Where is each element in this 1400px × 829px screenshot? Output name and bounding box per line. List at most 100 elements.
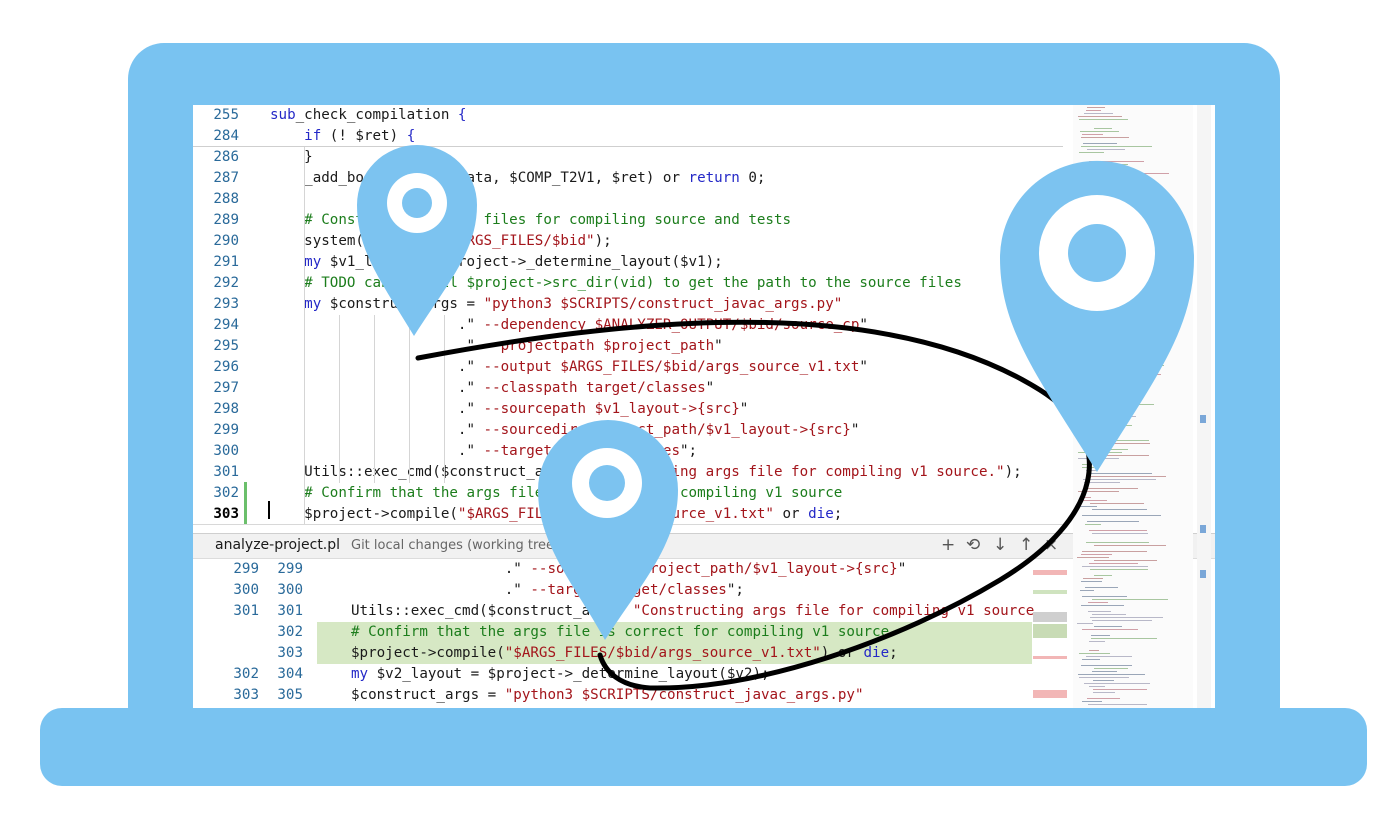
- code-token: my: [304, 254, 322, 270]
- minimap-line: [1088, 704, 1147, 705]
- code-token: $project->compile(: [351, 645, 505, 661]
- minimap-line: [1091, 302, 1113, 303]
- code-token: ": [714, 338, 723, 354]
- minimap-line: [1085, 194, 1156, 195]
- minimap-line: [1087, 521, 1139, 522]
- close-icon[interactable]: ×: [1044, 535, 1058, 555]
- minimap-line: [1079, 119, 1128, 120]
- code-token: 0;: [739, 170, 766, 186]
- code-editor-screen: 255 sub_check_compilation {284 if (! $ret…: [193, 105, 1215, 708]
- minimap-line: [1092, 671, 1117, 672]
- minimap-line: [1082, 467, 1094, 468]
- code-token: ": [859, 317, 868, 333]
- line-number: 291: [213, 254, 239, 270]
- minimap-line: [1088, 242, 1116, 243]
- minimap-line: [1079, 197, 1144, 198]
- minimap-line: [1088, 449, 1128, 450]
- code-token: ;: [833, 506, 843, 522]
- minimap-line: [1090, 185, 1118, 186]
- new-line-number: 303: [277, 645, 303, 661]
- code-token: --sourcepath $v1_layout->{src}: [475, 401, 740, 417]
- minimap-line: [1082, 551, 1147, 552]
- minimap-line: [1077, 392, 1130, 393]
- minimap-line: [1083, 329, 1109, 330]
- minimap-line: [1084, 236, 1094, 237]
- minimap-line: [1078, 248, 1092, 249]
- new-line-number: 299: [277, 561, 303, 577]
- minimap-line: [1081, 665, 1132, 666]
- minimap-line: [1079, 152, 1104, 153]
- line-number: 289: [213, 212, 239, 228]
- minimap-line: [1082, 566, 1148, 567]
- sticky-header-separator: [193, 146, 1063, 147]
- code-token: --dependency $ANALYZER_OUTPUT/$bid/sourc…: [475, 317, 860, 333]
- code-token: "Constructing args file for compiling v1…: [632, 603, 1043, 619]
- code-token: ": [859, 359, 868, 375]
- minimap-line: [1078, 233, 1116, 234]
- indent-guide: [444, 315, 445, 483]
- minimap-line: [1082, 596, 1127, 597]
- minimap-line: [1093, 443, 1150, 444]
- minimap[interactable]: [1073, 105, 1193, 708]
- code-text: # Confirm that the args file is correct …: [351, 622, 889, 643]
- code-token: $construct_args =: [321, 296, 484, 312]
- code-token: "mkdir -p $ARGS_FILES/$bid": [363, 233, 595, 249]
- code-token: --sourcedir $project_path/$v1_layout->{s…: [475, 422, 851, 438]
- code-token: (! $ret): [321, 128, 407, 144]
- code-token: die: [808, 506, 834, 522]
- minimap-line: [1078, 428, 1112, 429]
- minimap-line: [1093, 305, 1142, 306]
- code-token: sub: [270, 107, 296, 123]
- minimap-line: [1078, 674, 1145, 675]
- code-token: --projectpath $project_path: [475, 338, 715, 354]
- minimap-line: [1088, 203, 1158, 204]
- new-line-number: 301: [277, 603, 303, 619]
- minimap-line: [1086, 656, 1132, 657]
- code-token: "Constructing args file for compiling v1…: [586, 464, 1005, 480]
- code-token: or: [773, 506, 809, 522]
- minimap-line: [1090, 365, 1164, 366]
- minimap-line: [1089, 161, 1144, 162]
- code-token: --target target/classes: [475, 443, 680, 459]
- next-change-icon[interactable]: ↓: [993, 535, 1007, 555]
- minimap-line: [1078, 389, 1088, 390]
- minimap-line: [1081, 137, 1129, 138]
- new-line-number: 300: [277, 582, 303, 598]
- line-number: 286: [213, 149, 239, 165]
- code-token: "$ARGS_FILES/$bid/args_source_v1.txt": [457, 506, 774, 522]
- line-number: 290: [213, 233, 239, 249]
- revert-icon[interactable]: ⟲: [966, 535, 980, 555]
- code-token: ;: [889, 645, 898, 661]
- minimap-line: [1081, 332, 1134, 333]
- minimap-line: [1081, 497, 1091, 498]
- minimap-line: [1091, 278, 1136, 279]
- code-token: $v2_layout = $project->_determine_layout…: [368, 666, 770, 682]
- minimap-line: [1090, 176, 1144, 177]
- minimap-line: [1092, 404, 1154, 405]
- diff-description: Git local changes (working tree): [351, 538, 560, 553]
- change-marker[interactable]: [244, 482, 247, 524]
- minimap-line: [1091, 347, 1150, 348]
- diff-file-name[interactable]: analyze-project.pl: [215, 537, 340, 553]
- minimap-line: [1083, 353, 1116, 354]
- code-text: ." --classpath target/classes": [270, 378, 714, 399]
- minimap-line: [1090, 503, 1144, 504]
- minimap-line: [1089, 563, 1138, 564]
- scrollbar[interactable]: [1197, 105, 1211, 708]
- minimap-line: [1086, 317, 1159, 318]
- minimap-line: [1082, 440, 1149, 441]
- code-token: {: [457, 107, 467, 123]
- minimap-line: [1086, 359, 1132, 360]
- new-line-number: 305: [277, 687, 303, 703]
- old-line-number: 299: [233, 561, 259, 577]
- minimap-line: [1094, 560, 1157, 561]
- previous-change-icon[interactable]: ↑: [1019, 535, 1033, 555]
- minimap-line: [1082, 464, 1092, 465]
- code-token: # Confirm that the args file is correct …: [351, 624, 890, 640]
- minimap-line: [1077, 314, 1091, 315]
- minimap-line: [1082, 629, 1138, 630]
- minimap-line: [1082, 515, 1161, 516]
- add-icon[interactable]: +: [941, 535, 955, 555]
- code-text: # TODO can we call $project->src_dir(vid…: [270, 273, 962, 294]
- line-number: 297: [213, 380, 239, 396]
